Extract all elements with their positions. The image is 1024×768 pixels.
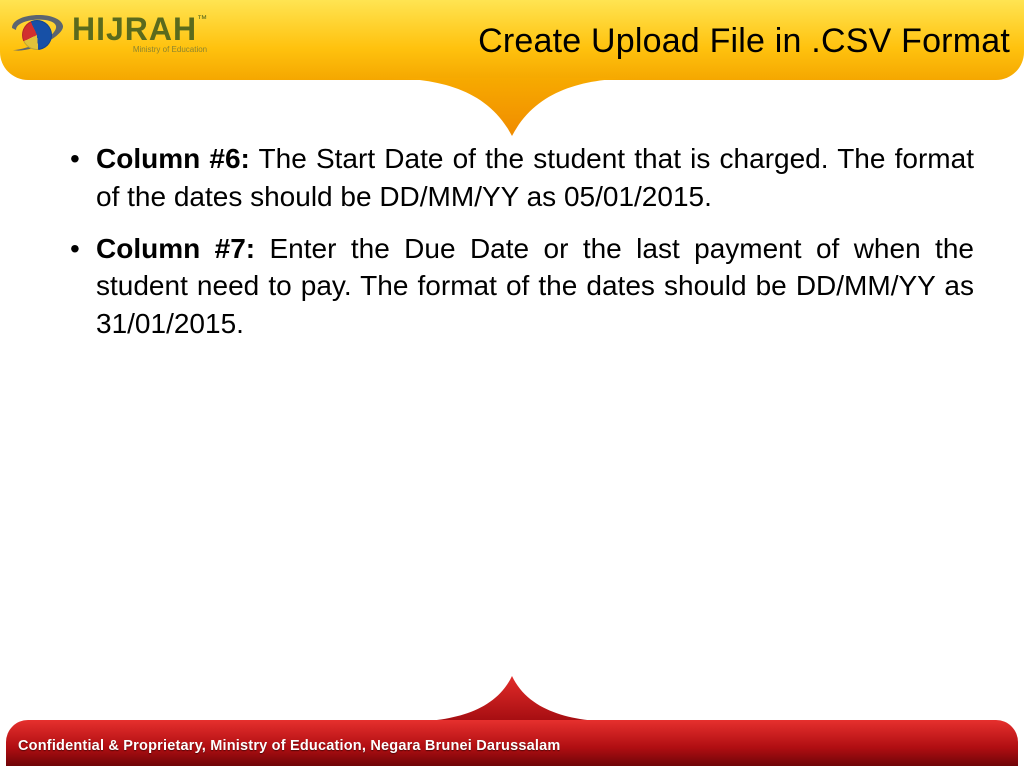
bullet-item: Column #6: The Start Date of the student… bbox=[70, 140, 974, 216]
footer-pointer-ornament bbox=[402, 672, 622, 722]
slide-title: Create Upload File in .CSV Format bbox=[478, 22, 1010, 61]
logo-globe-icon bbox=[22, 20, 52, 50]
logo-mark bbox=[6, 6, 66, 62]
logo-subtext: Ministry of Education bbox=[133, 46, 207, 53]
bullet-label: Column #7: bbox=[96, 233, 255, 264]
logo-tm: ™ bbox=[197, 14, 207, 25]
bullet-list: Column #6: The Start Date of the student… bbox=[70, 140, 974, 343]
logo-text: HIJRAH™ Ministry of Education bbox=[72, 15, 207, 53]
header-pointer-ornament bbox=[382, 78, 642, 148]
logo-word: HIJRAH bbox=[72, 11, 197, 47]
header-banner: HIJRAH™ Ministry of Education Create Upl… bbox=[0, 0, 1024, 80]
footer-banner: Confidential & Proprietary, Ministry of … bbox=[0, 714, 1024, 768]
bullet-item: Column #7: Enter the Due Date or the las… bbox=[70, 230, 974, 343]
slide-content: Column #6: The Start Date of the student… bbox=[70, 140, 974, 357]
brand-logo: HIJRAH™ Ministry of Education bbox=[6, 6, 207, 62]
footer-text: Confidential & Proprietary, Ministry of … bbox=[18, 738, 560, 754]
bullet-label: Column #6: bbox=[96, 143, 250, 174]
